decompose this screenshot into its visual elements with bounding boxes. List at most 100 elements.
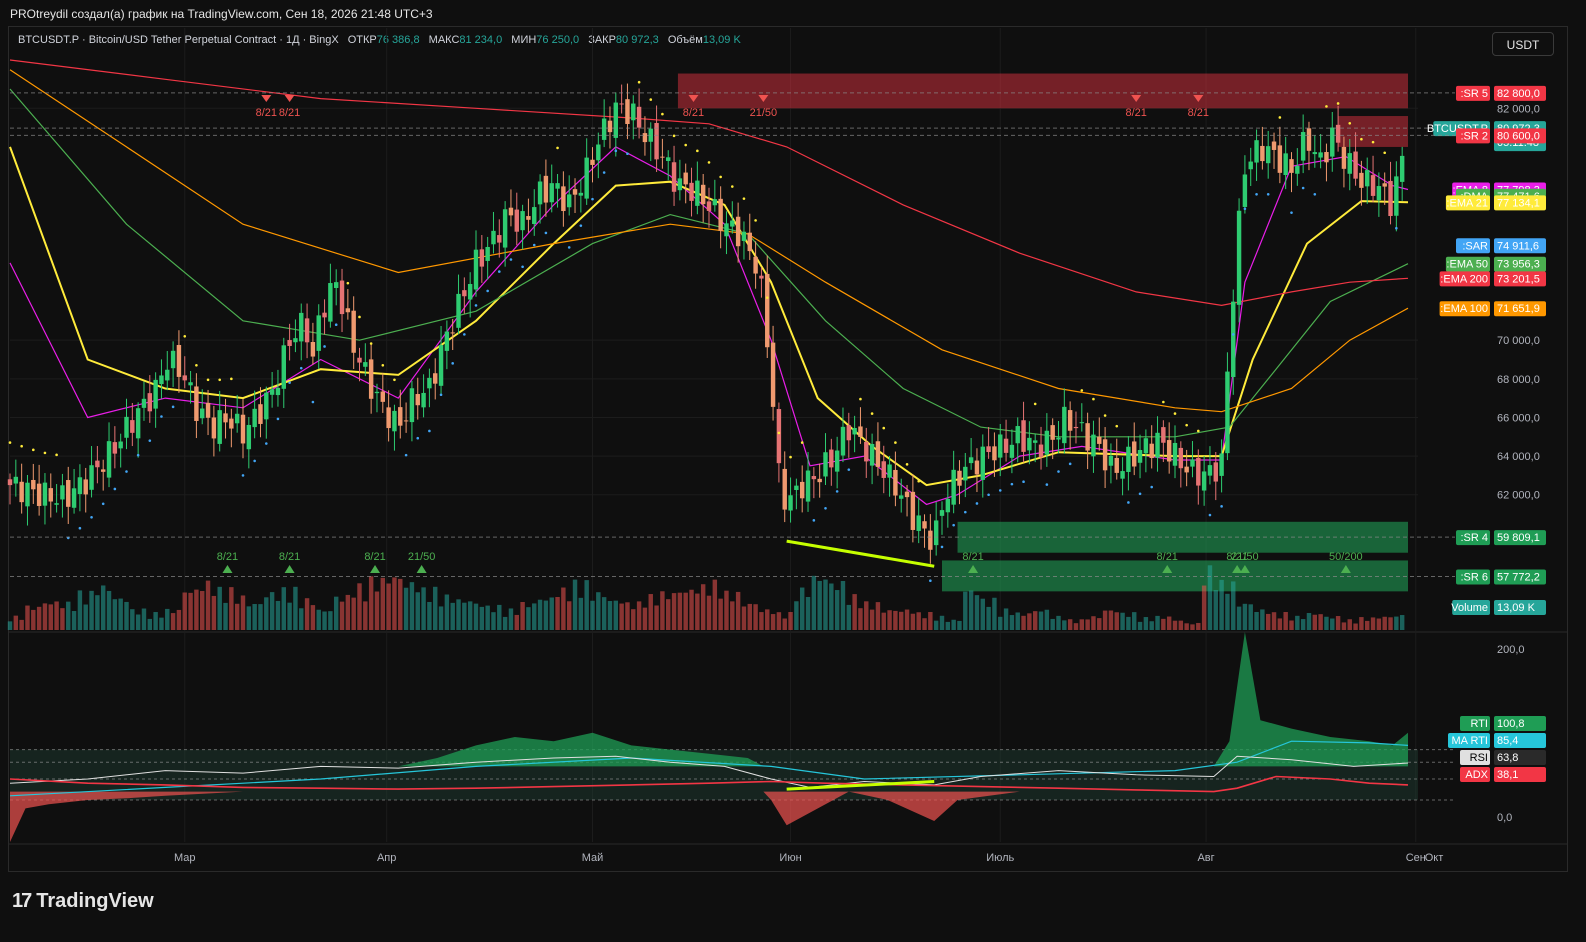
price-tick-label: 70 000,0	[1497, 335, 1540, 347]
sar-dot	[684, 143, 687, 147]
candle-body	[1231, 301, 1236, 378]
volume-bar	[200, 591, 205, 630]
volume-bar	[333, 596, 339, 630]
volume-bar	[1085, 619, 1090, 630]
volume-bar	[130, 609, 135, 630]
candle-body	[1283, 153, 1288, 176]
candle-body	[974, 460, 980, 475]
candle-body	[66, 480, 71, 507]
candle-body	[421, 392, 426, 408]
candle-body	[613, 102, 619, 138]
candle-body	[386, 407, 391, 429]
sar-dot	[288, 381, 291, 384]
volume-bar	[392, 577, 397, 630]
volume-bar	[712, 579, 718, 630]
candle-body	[211, 417, 217, 439]
volume-bar	[1341, 622, 1347, 630]
candle-body	[159, 375, 164, 385]
volume-bar	[1277, 618, 1283, 630]
candle-body	[13, 476, 19, 484]
volume-bar	[584, 580, 589, 630]
candle-body	[1091, 434, 1096, 457]
tradingview-logo[interactable]: 17 TradingView	[12, 890, 154, 913]
sar-dot	[637, 80, 641, 84]
candle-body	[1306, 128, 1312, 151]
sar-dot	[998, 489, 1002, 492]
candle-body	[141, 398, 147, 408]
candle-body	[1370, 175, 1376, 196]
volume-bar	[543, 600, 549, 630]
candle-body	[1318, 152, 1323, 158]
sar-dot	[521, 265, 524, 269]
volume-bar	[631, 609, 636, 630]
sar-dot	[614, 149, 618, 153]
candle-body	[1359, 172, 1364, 188]
volume-bar	[561, 587, 566, 630]
candle-body	[31, 479, 36, 490]
sar-dot	[707, 161, 711, 164]
price-label-name: :SR 6	[1460, 571, 1488, 583]
volume-bar	[1312, 614, 1318, 630]
sar-dot	[509, 258, 513, 261]
candle-body	[590, 159, 595, 165]
volume-bar	[887, 610, 892, 630]
candle-body	[957, 470, 962, 486]
volume-bar	[1027, 613, 1032, 630]
sar-dot	[299, 366, 303, 370]
volume-bar	[706, 595, 712, 630]
volume-bar	[89, 590, 94, 630]
volume-bar	[520, 601, 525, 630]
volume-bar	[852, 594, 857, 630]
sar-dot	[800, 441, 804, 444]
tradingview-logo-icon: 17	[12, 890, 32, 912]
volume-bar	[7, 621, 13, 630]
price-chart[interactable]: Мар Апр Май Июн Июль Авг СенОкт 82 000,0 70 000,…	[0, 0, 1586, 942]
volume-bar	[299, 608, 304, 630]
time-axis-label: Июль	[986, 852, 1014, 864]
volume-bar	[922, 618, 927, 630]
volume-bar	[310, 605, 316, 630]
time-axis-label: Сен	[1406, 852, 1426, 864]
sar-dot	[206, 378, 210, 382]
volume-bar	[170, 613, 176, 630]
time-axis-label: Июн	[779, 852, 801, 864]
candle-body	[234, 413, 240, 424]
candle-body	[532, 207, 537, 225]
candle-body	[1277, 145, 1283, 173]
volume-bar	[106, 590, 112, 630]
candle-body	[112, 442, 118, 454]
volume-bar	[776, 612, 782, 630]
candle-body	[933, 520, 939, 546]
sar-dot	[334, 323, 338, 327]
candle-body	[176, 345, 182, 377]
volume-bar	[1207, 565, 1213, 630]
volume-bar	[427, 601, 432, 630]
candle-body	[1219, 453, 1224, 476]
volume-bar	[246, 606, 252, 630]
volume-bar	[444, 594, 450, 630]
candle-body	[1330, 127, 1335, 157]
sar-dot	[1092, 397, 1095, 401]
volume-bar	[293, 586, 298, 630]
candle-body	[549, 183, 554, 203]
sar-dot	[101, 502, 105, 506]
volume-bar	[700, 584, 706, 630]
candle-body	[660, 156, 665, 158]
candle-body	[1015, 426, 1020, 444]
volume-bar	[695, 593, 700, 630]
volume-bar	[409, 582, 415, 630]
candle-body	[1056, 437, 1061, 440]
time-axis-label: Авг	[1197, 852, 1214, 864]
candle-body	[1388, 180, 1393, 217]
volume-bar	[910, 613, 916, 630]
candle-body	[322, 312, 327, 318]
candle-body	[1254, 140, 1259, 163]
candle-body	[666, 157, 671, 161]
candle-body	[194, 386, 199, 421]
candle-body	[1027, 437, 1032, 451]
sar-dot	[32, 448, 35, 452]
sar-dot	[218, 378, 221, 382]
volume-bar	[660, 591, 665, 630]
volume-bar	[968, 590, 974, 630]
sar-dot	[602, 171, 606, 174]
